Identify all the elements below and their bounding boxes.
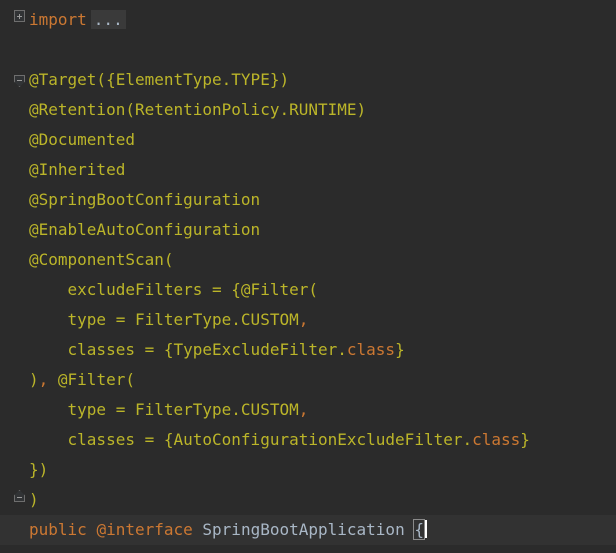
code-line-13: ), @Filter( <box>29 365 616 395</box>
annotation-documented: @Documented <box>29 130 135 149</box>
annotation-inherited: @Inherited <box>29 160 126 179</box>
close-paren: ) <box>29 370 39 389</box>
annotation-target: @Target({ElementType.TYPE}) <box>29 70 290 89</box>
code-line-4: @Retention(RetentionPolicy.RUNTIME) <box>29 95 616 125</box>
filter-annotation: @Filter( <box>57 370 135 389</box>
code-line-9: @ComponentScan( <box>29 245 616 275</box>
annotation-springbootconfiguration: @SpringBootConfiguration <box>29 190 261 209</box>
open-brace: { <box>413 519 425 540</box>
code-line-6: @Inherited <box>29 155 616 185</box>
filter-type-2: type = FilterType.CUSTOM <box>29 400 299 419</box>
code-line-10: excludeFilters = {@Filter( <box>29 275 616 305</box>
annotation-enableautoconfiguration: @EnableAutoConfiguration <box>29 220 261 239</box>
exclude-filters: excludeFilters = {@Filter( <box>29 280 318 299</box>
folded-imports[interactable]: ... <box>90 10 126 29</box>
import-keyword: import <box>29 10 87 29</box>
code-line-12: classes = {TypeExcludeFilter.class} <box>29 335 616 365</box>
classes-2: classes = {AutoConfigurationExcludeFilte… <box>29 430 473 449</box>
public-keyword: public <box>29 520 87 539</box>
annotation-componentscan: @ComponentScan( <box>29 250 174 269</box>
classes-1: classes = {TypeExcludeFilter. <box>29 340 347 359</box>
filter-type-1: type = FilterType.CUSTOM <box>29 310 299 329</box>
close-brace-paren: }) <box>29 460 49 479</box>
comma: , <box>298 400 309 419</box>
code-editor[interactable]: import... @Target({ElementType.TYPE}) @R… <box>0 0 616 553</box>
close-brace: } <box>395 340 405 359</box>
code-line-11: type = FilterType.CUSTOM, <box>29 305 616 335</box>
comma: , <box>298 310 309 329</box>
fold-collapse-icon[interactable] <box>14 75 25 87</box>
fold-end-icon[interactable] <box>14 490 25 502</box>
code-line-16: }) <box>29 455 616 485</box>
editor-gutter <box>0 0 28 553</box>
class-keyword: class <box>346 340 396 359</box>
code-line-18: public @interface SpringBootApplication … <box>0 515 616 545</box>
annotation-retention: @Retention(RetentionPolicy.RUNTIME) <box>29 100 367 119</box>
code-line-8: @EnableAutoConfiguration <box>29 215 616 245</box>
code-line-7: @SpringBootConfiguration <box>29 185 616 215</box>
class-name: SpringBootApplication <box>202 520 405 539</box>
code-line-5: @Documented <box>29 125 616 155</box>
code-line-1: import... <box>29 5 616 35</box>
text-caret <box>424 520 427 538</box>
close-paren: ) <box>29 490 39 509</box>
comma: , <box>38 370 58 389</box>
fold-expand-icon[interactable] <box>14 10 25 22</box>
class-keyword: class <box>472 430 521 449</box>
code-line-3: @Target({ElementType.TYPE}) <box>29 65 616 95</box>
close-brace: } <box>520 430 530 449</box>
code-line-14: type = FilterType.CUSTOM, <box>29 395 616 425</box>
interface-keyword: @interface <box>96 520 193 539</box>
code-line-15: classes = {AutoConfigurationExcludeFilte… <box>29 425 616 455</box>
code-line-17: ) <box>29 485 616 515</box>
